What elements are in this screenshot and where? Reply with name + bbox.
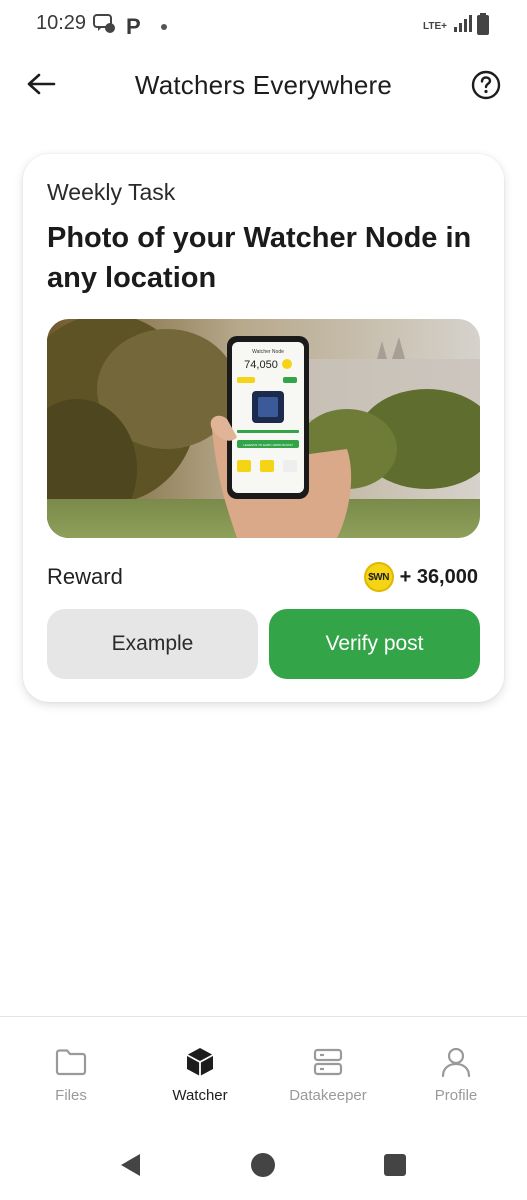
status-system-icons: LTE+: [423, 13, 489, 40]
verify-post-button[interactable]: Verify post: [269, 609, 480, 679]
page-title: Watchers Everywhere: [134, 70, 393, 100]
nav-label-profile: Profile: [434, 1087, 478, 1104]
task-example-photo: Watcher Node 74,050 LEGENDS TO EARN 1000…: [47, 319, 480, 538]
status-time: 10:29: [36, 12, 87, 34]
reward-label: Reward: [47, 564, 123, 589]
triangle-back-icon: [118, 1152, 144, 1183]
nav-item-files[interactable]: Files: [11, 1045, 131, 1104]
nav-label-datakeeper: Datakeeper: [289, 1087, 367, 1104]
nav-item-datakeeper[interactable]: Datakeeper: [268, 1045, 388, 1104]
parking-app-icon: P: [126, 13, 141, 39]
folder-icon: [54, 1045, 88, 1079]
signal-icon: [453, 15, 473, 38]
phone-balance: 74,050: [244, 359, 278, 371]
phone-banner: LEGENDS TO EARN 1000% BOOST: [243, 443, 293, 447]
task-title: Photo of your Watcher Node in any locati…: [47, 222, 472, 294]
more-notifications-icon: [160, 23, 167, 30]
example-button[interactable]: Example: [47, 609, 258, 679]
battery-icon: [477, 13, 489, 40]
square-recents-icon: [383, 1153, 407, 1182]
system-navigation-bar: [0, 1130, 527, 1200]
circle-home-icon: [250, 1152, 276, 1183]
weekly-task-card: Weekly Task Photo of your Watcher Node i…: [23, 154, 504, 702]
app-header: Watchers Everywhere: [0, 60, 527, 112]
nav-item-profile[interactable]: Profile: [396, 1045, 516, 1104]
chat-notification-icon: [92, 13, 116, 40]
question-circle-icon: [471, 70, 501, 105]
system-recents-button[interactable]: [380, 1152, 410, 1182]
network-type: LTE+: [423, 21, 447, 32]
nav-item-watcher[interactable]: Watcher: [140, 1045, 260, 1104]
system-home-button[interactable]: [248, 1152, 278, 1182]
reward-amount: $WN + 36,000: [363, 562, 478, 592]
wn-coin-icon: $WN: [363, 562, 394, 592]
status-notification-icons: P: [92, 13, 167, 40]
phone-app-title: Watcher Node: [252, 349, 284, 355]
cube-icon: [183, 1045, 217, 1079]
task-label: Weekly Task: [47, 179, 176, 205]
bottom-nav: Files Watcher Datakeeper Profile: [0, 1016, 527, 1126]
server-icon: [311, 1045, 345, 1079]
nav-label-watcher: Watcher: [172, 1087, 228, 1104]
status-bar: 10:29 P LTE+: [0, 0, 527, 48]
nav-label-files: Files: [55, 1087, 87, 1104]
help-button[interactable]: [469, 70, 503, 104]
user-icon: [439, 1045, 473, 1079]
reward-value: + 36,000: [399, 565, 478, 588]
system-back-button[interactable]: [116, 1152, 146, 1182]
